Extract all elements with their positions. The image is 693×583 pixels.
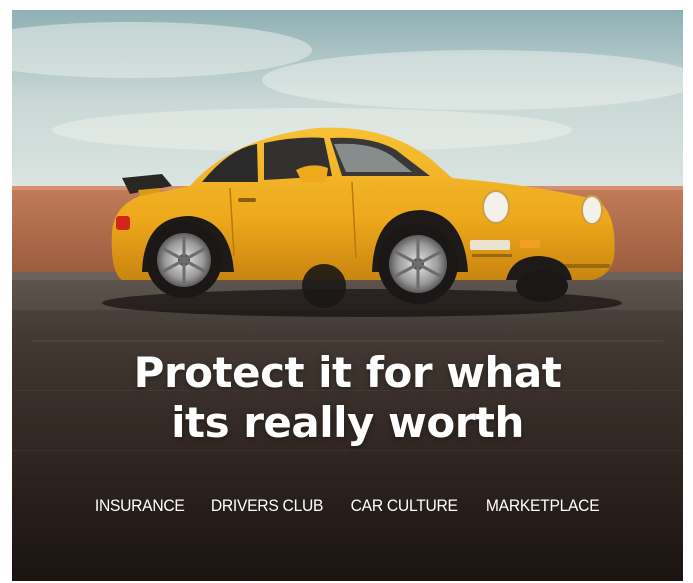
nav-link-car-culture[interactable]: CAR CULTURE (351, 496, 458, 516)
hero-banner: Protect it for what its really worth INS… (12, 10, 683, 581)
headline-line-2: its really worth (171, 398, 524, 447)
nav-link-marketplace[interactable]: MARKETPLACE (486, 496, 600, 516)
nav-link-drivers-club[interactable]: DRIVERS CLUB (211, 496, 324, 516)
hero-headline: Protect it for what its really worth (12, 348, 683, 448)
nav-link-insurance[interactable]: INSURANCE (95, 496, 185, 516)
headline-line-1: Protect it for what (133, 348, 562, 397)
category-nav: INSURANCE DRIVERS CLUB CAR CULTURE MARKE… (12, 496, 683, 516)
